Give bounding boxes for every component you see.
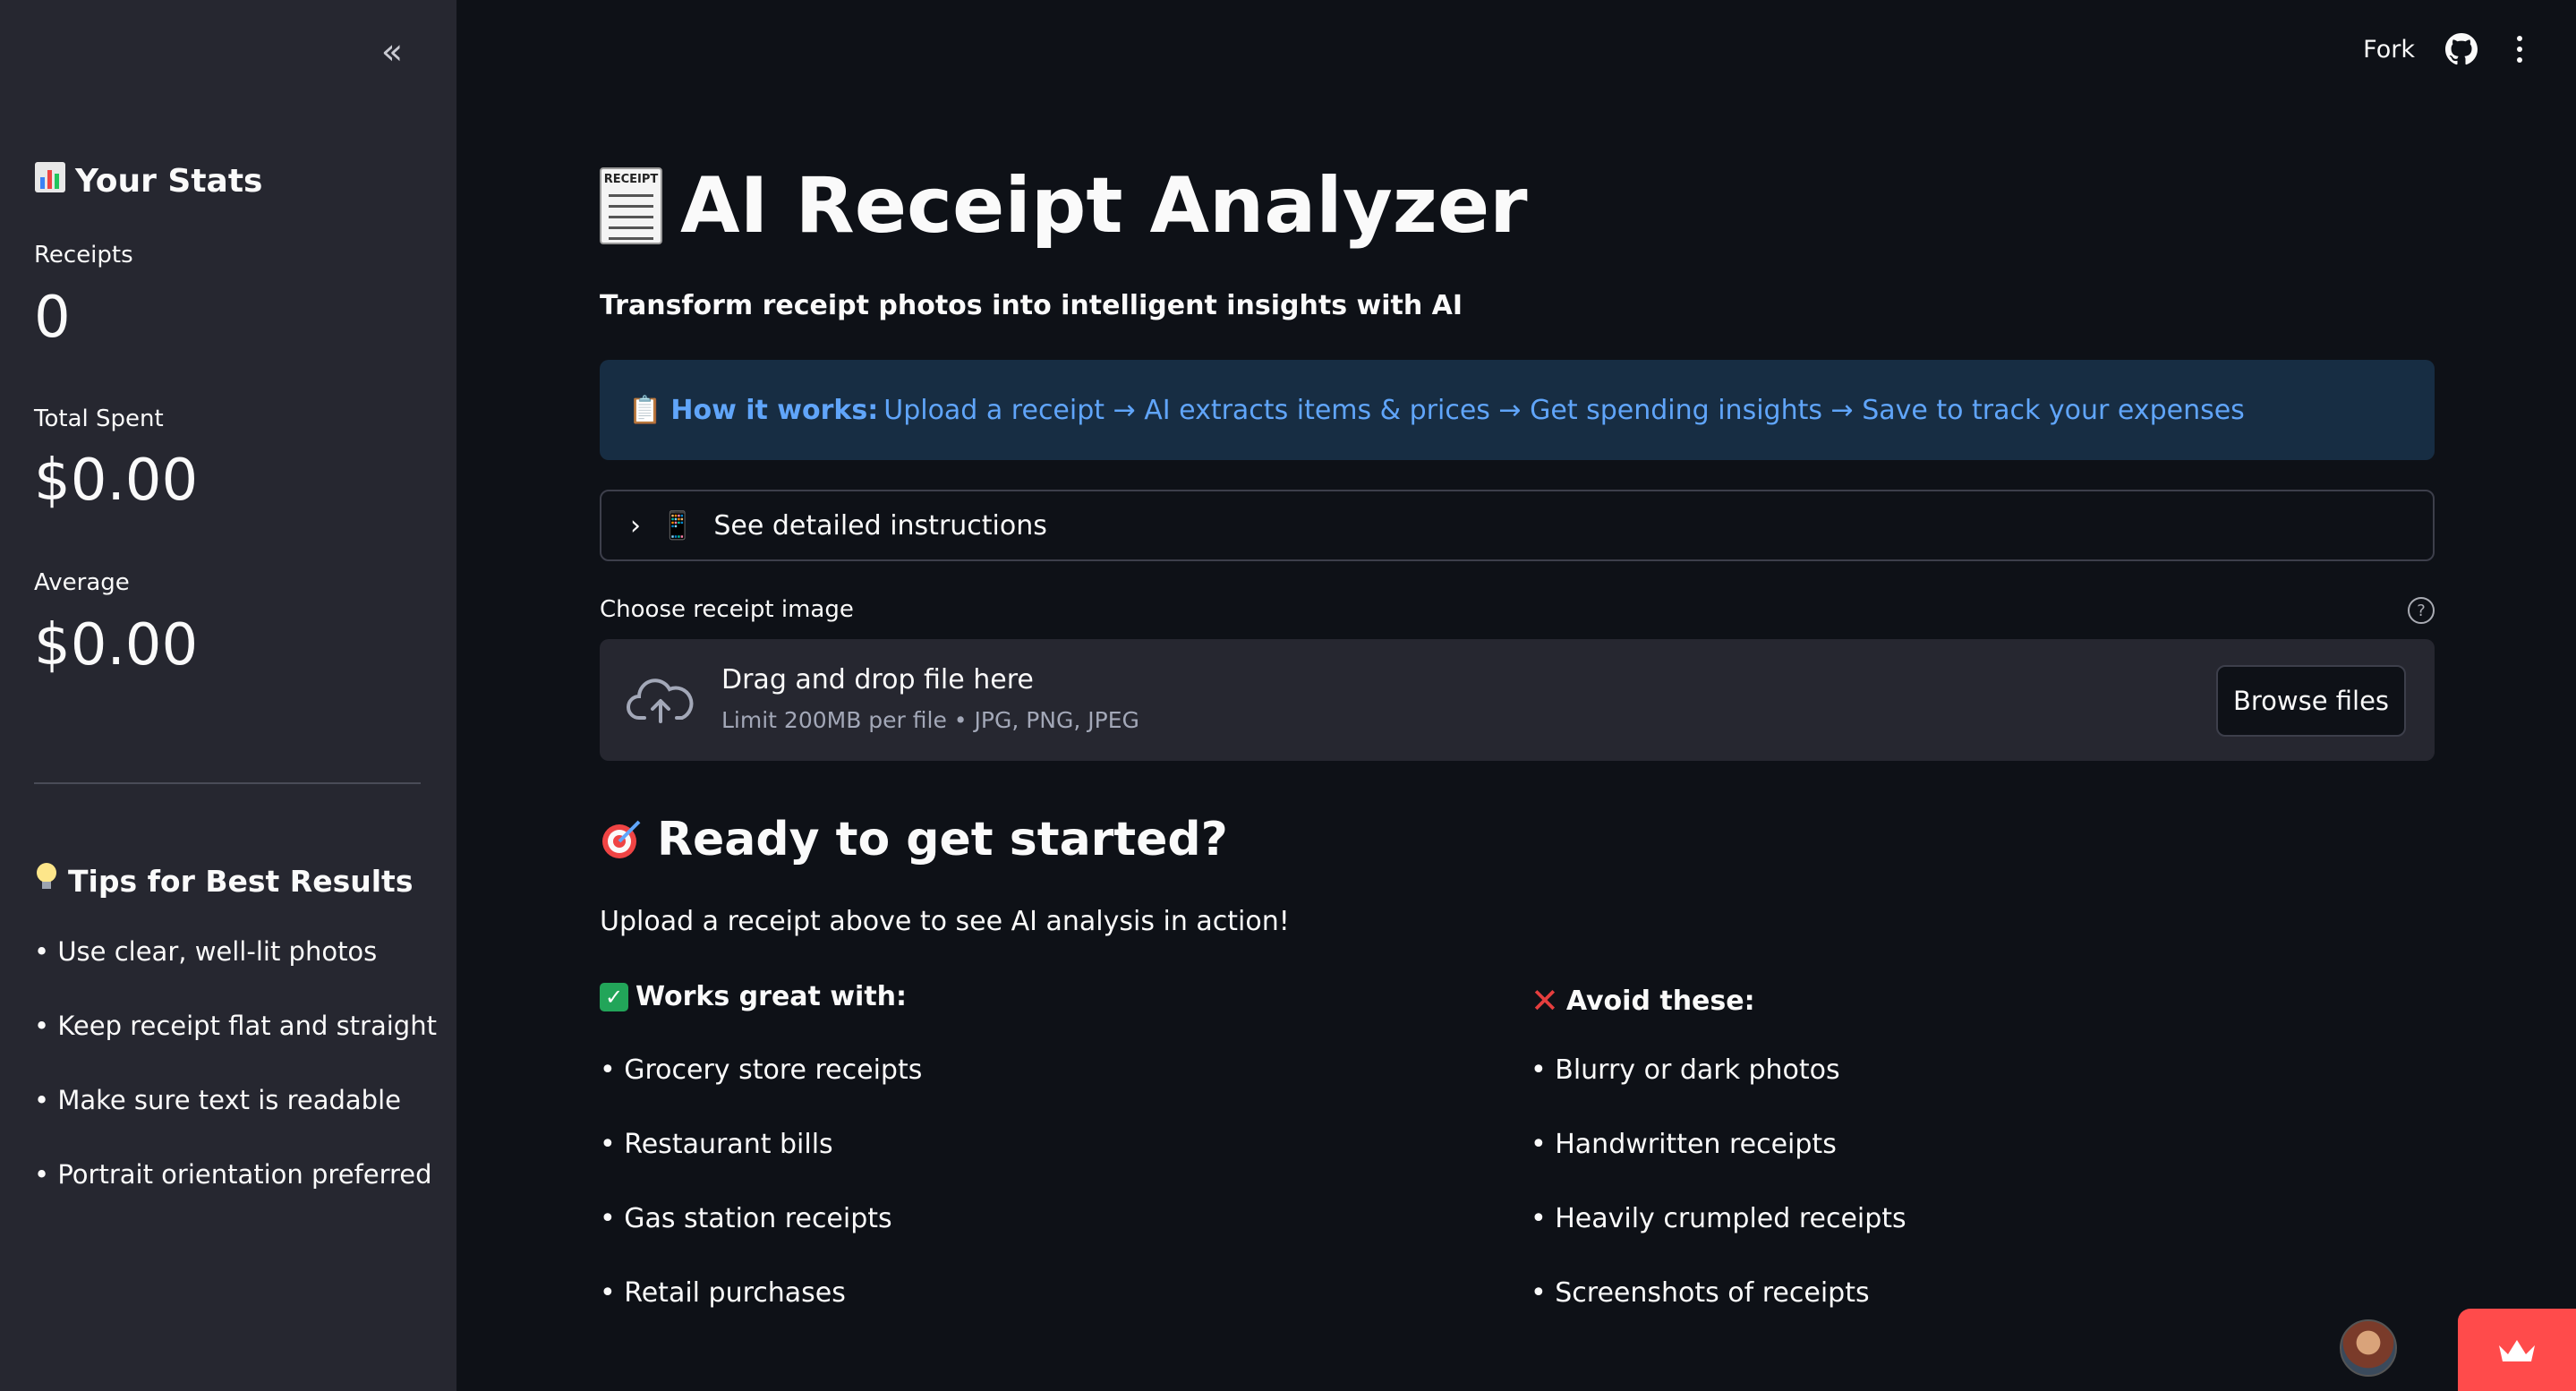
tip-item: • Use clear, well-lit photos <box>34 936 378 967</box>
list-item: • Restaurant bills <box>600 1129 833 1160</box>
avoid-header: ✕ Avoid these: <box>1531 981 1755 1020</box>
metric-value-receipts: 0 <box>34 285 71 351</box>
sidebar: « Your Stats Receipts 0 Total Spent $0.0… <box>0 0 456 1391</box>
phone-icon: 📱 <box>661 509 695 542</box>
ready-subtitle: Upload a receipt above to see AI analysi… <box>600 906 1290 937</box>
list-item: • Grocery store receipts <box>600 1054 923 1086</box>
kebab-menu-icon[interactable] <box>2508 32 2531 66</box>
main-area: Fork RECEIPT AI Receipt Analyzer Transfo… <box>456 0 2576 1391</box>
target-icon <box>602 820 641 858</box>
avatar[interactable] <box>2340 1319 2397 1377</box>
tips-header-text: Tips for Best Results <box>68 863 414 899</box>
list-item: • Blurry or dark photos <box>1531 1054 1840 1086</box>
metric-value-total-spent: $0.00 <box>34 448 199 514</box>
info-bold-label: How it works: <box>670 394 879 426</box>
tip-item: • Portrait orientation preferred <box>34 1159 432 1190</box>
how-it-works-info: 📋 How it works: Upload a receipt → AI ex… <box>600 360 2435 460</box>
clipboard-icon: 📋 <box>628 394 662 426</box>
expander-label: See detailed instructions <box>713 509 1047 542</box>
streamlit-badge[interactable] <box>2458 1309 2576 1391</box>
bar-chart-icon <box>34 161 66 201</box>
tips-header: Tips for Best Results <box>34 861 413 900</box>
page-subtitle: Transform receipt photos into intelligen… <box>600 290 1463 321</box>
list-item: • Retail purchases <box>600 1277 846 1309</box>
cross-mark-icon: ✕ <box>1531 981 1559 1020</box>
double-chevron-left-icon: « <box>380 31 404 73</box>
collapse-sidebar-button[interactable]: « <box>372 31 412 73</box>
avoid-header-text: Avoid these: <box>1565 985 1755 1017</box>
tip-item: • Keep receipt flat and straight <box>34 1011 437 1041</box>
ready-heading: Ready to get started? <box>600 813 1228 866</box>
fork-link[interactable]: Fork <box>2363 36 2415 64</box>
ready-heading-text: Ready to get started? <box>657 813 1228 866</box>
tip-item: • Make sure text is readable <box>34 1085 401 1115</box>
uploader-label: Choose receipt image <box>600 596 854 623</box>
list-item: • Gas station receipts <box>600 1203 892 1234</box>
metric-label-total-spent: Total Spent <box>34 405 164 432</box>
list-item: • Heavily crumpled receipts <box>1531 1203 1906 1234</box>
crown-icon <box>2499 1340 2535 1361</box>
info-text: Upload a receipt → AI extracts items & p… <box>883 394 2245 426</box>
github-icon[interactable] <box>2445 33 2478 65</box>
page-title-text: AI Receipt Analyzer <box>680 161 1528 251</box>
check-mark-icon: ✓ <box>600 982 628 1011</box>
metric-label-receipts: Receipts <box>34 242 133 269</box>
dropzone-title: Drag and drop file here <box>721 664 1034 696</box>
help-icon[interactable]: ? <box>2408 597 2435 624</box>
top-toolbar: Fork <box>2363 32 2531 66</box>
stats-header: Your Stats <box>34 161 262 201</box>
receipt-icon: RECEIPT <box>600 167 662 244</box>
cloud-upload-icon <box>627 678 694 723</box>
metric-label-average: Average <box>34 569 130 596</box>
metric-value-average: $0.00 <box>34 612 199 678</box>
instructions-expander[interactable]: › 📱 See detailed instructions <box>600 490 2435 561</box>
works-with-header-text: Works great with: <box>635 981 908 1012</box>
chevron-right-icon: › <box>630 509 641 542</box>
page-title: RECEIPT AI Receipt Analyzer <box>600 161 1528 251</box>
list-item: • Screenshots of receipts <box>1531 1277 1870 1309</box>
lightbulb-icon <box>34 861 59 900</box>
file-dropzone[interactable]: Drag and drop file here Limit 200MB per … <box>600 639 2435 761</box>
sidebar-divider <box>34 782 421 784</box>
dropzone-limit: Limit 200MB per file • JPG, PNG, JPEG <box>721 707 1139 733</box>
browse-files-button[interactable]: Browse files <box>2216 665 2406 737</box>
works-with-header: ✓ Works great with: <box>600 981 907 1012</box>
stats-header-text: Your Stats <box>75 162 263 200</box>
list-item: • Handwritten receipts <box>1531 1129 1837 1160</box>
